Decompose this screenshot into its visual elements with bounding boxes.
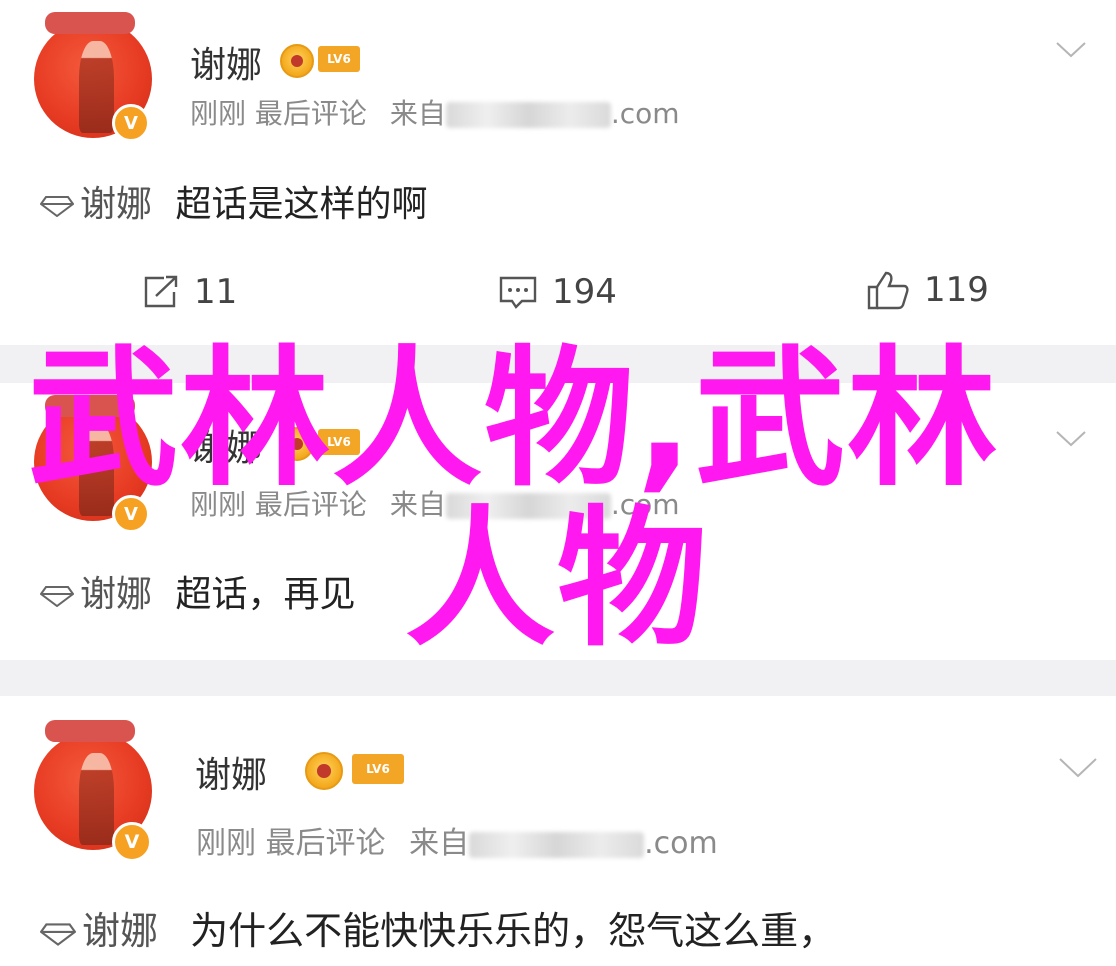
topic-tag[interactable]: 谢娜 xyxy=(80,184,152,225)
post-meta: 刚刚 最后评论 来自 .com xyxy=(190,92,680,132)
supertopic-gem-icon xyxy=(40,196,74,217)
post-card-3[interactable]: V 谢娜 LV6 刚刚 最后评论 来自 .com 谢娜 为什么不能快快乐乐的，怨气… xyxy=(0,696,1116,966)
username[interactable]: 谢娜 xyxy=(195,746,267,798)
source-redacted xyxy=(445,102,611,128)
comment-button[interactable]: 194 xyxy=(498,272,617,312)
like-button[interactable]: 119 xyxy=(866,270,989,310)
overlay-title-line-1: 武林人物,武林 xyxy=(28,333,999,507)
like-count: 119 xyxy=(924,270,989,310)
fan-medal-icon xyxy=(305,752,343,790)
verified-v-icon: V xyxy=(112,822,152,862)
level-badge: LV6 xyxy=(318,46,360,72)
post-card-1[interactable]: V 谢娜 LV6 刚刚 最后评论 来自 .com 谢娜 超话是这样的啊 11 19… xyxy=(0,0,1116,345)
avatar-frame-crown xyxy=(45,720,135,742)
avatar-frame-crown xyxy=(45,12,135,34)
topic-tag[interactable]: 谢娜 xyxy=(82,909,158,953)
repost-count: 11 xyxy=(194,272,238,312)
level-badge: LV6 xyxy=(352,754,404,784)
source-redacted xyxy=(469,831,645,858)
source-prefix: 来自 xyxy=(389,97,446,130)
comment-count: 194 xyxy=(552,272,617,312)
fan-medal-icon xyxy=(280,44,314,78)
repost-button[interactable]: 11 xyxy=(142,272,237,312)
post-action: 最后评论 xyxy=(254,97,367,130)
verified-v-icon: V xyxy=(112,104,150,142)
chevron-down-icon[interactable] xyxy=(1058,756,1098,780)
source-suffix: .com xyxy=(610,97,680,130)
chevron-down-icon[interactable] xyxy=(1055,429,1087,449)
supertopic-gem-icon xyxy=(40,922,76,946)
post-time: 刚刚 xyxy=(196,826,256,861)
source-suffix: .com xyxy=(644,826,718,861)
source-prefix: 来自 xyxy=(409,826,470,861)
thumbs-up-icon xyxy=(867,271,909,310)
comment-icon xyxy=(499,276,537,309)
username[interactable]: 谢娜 xyxy=(190,36,262,88)
repost-icon xyxy=(144,275,178,308)
post-content: 谢娜 超话，再见 xyxy=(40,565,355,617)
post-action: 最后评论 xyxy=(265,826,386,861)
supertopic-gem-icon xyxy=(40,586,74,607)
post-text: 超话是这样的啊 xyxy=(175,184,428,225)
overlay-title-line-2: 人物 xyxy=(405,493,710,667)
post-content: 谢娜 超话是这样的啊 xyxy=(40,175,427,227)
chevron-down-icon[interactable] xyxy=(1055,40,1087,60)
topic-tag[interactable]: 谢娜 xyxy=(80,574,152,615)
post-time: 刚刚 xyxy=(190,97,247,130)
post-text: 为什么不能快快乐乐的，怨气这么重， xyxy=(190,909,837,953)
post-meta: 刚刚 最后评论 来自 .com xyxy=(196,818,718,862)
post-text: 超话，再见 xyxy=(175,574,356,615)
post-content: 谢娜 为什么不能快快乐乐的，怨气这么重， xyxy=(40,900,836,955)
